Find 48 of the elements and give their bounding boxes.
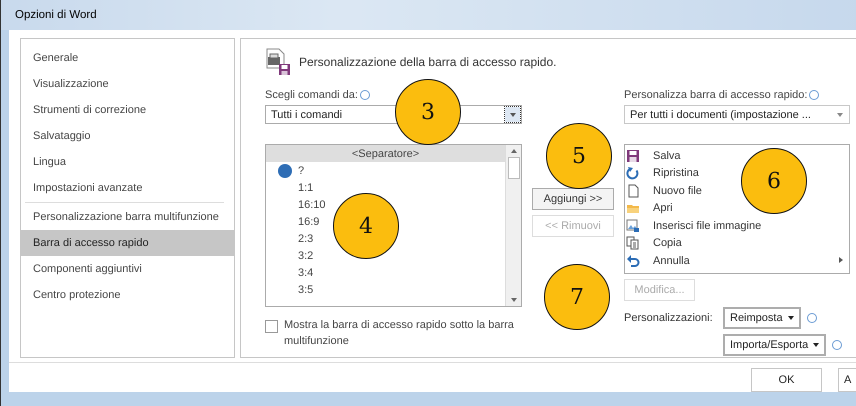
window-title: Opzioni di Word — [15, 9, 97, 21]
undo-icon — [626, 254, 640, 268]
sidebar-item[interactable]: Barra di accesso rapido — [21, 230, 234, 256]
list-item[interactable]: Annulla — [625, 252, 690, 270]
field-label: Personalizza barra di accesso rapido: — [624, 88, 808, 100]
checkbox[interactable] — [265, 320, 278, 333]
list-item[interactable]: 16:9 — [266, 213, 320, 230]
dropdown-arrow-icon[interactable] — [837, 112, 843, 116]
sidebar-item[interactable]: Centro protezione — [21, 282, 234, 308]
dialog-button[interactable]: A — [838, 368, 856, 392]
ok-button[interactable]: OK — [751, 368, 822, 392]
refresh-icon — [626, 166, 640, 180]
sidebar-item[interactable]: Componenti aggiuntivi — [21, 256, 234, 282]
reset-button[interactable]: Reimposta — [723, 307, 801, 329]
checkbox-label: Mostra la barra di accesso rapido sotto la barra multifunzione — [284, 318, 515, 349]
sidebar-item[interactable]: Salvataggio — [21, 123, 234, 149]
sidebar-item[interactable]: Personalizzazione barra multifunzione — [21, 204, 234, 230]
expand-arrow-icon[interactable] — [839, 257, 843, 263]
list-item[interactable]: 3:2 — [266, 247, 314, 264]
import-export-button[interactable]: Importa/Esporta — [723, 334, 826, 356]
scrollbar[interactable] — [505, 145, 521, 306]
section-title: Personalizzazione della barra di accesso rapido. — [299, 55, 556, 69]
list-item[interactable]: <Separatore> — [266, 145, 505, 162]
sidebar-item[interactable]: Lingua — [21, 149, 234, 175]
image-icon — [626, 218, 640, 233]
list-item[interactable]: 3:5 — [266, 281, 314, 298]
list-item[interactable]: Copia — [625, 234, 682, 252]
toolbar-save-icon — [265, 48, 291, 76]
sidebar-item[interactable]: Strumenti di correzione — [21, 97, 234, 123]
list-item[interactable]: Apri — [625, 200, 673, 217]
list-item[interactable]: 1:1 — [266, 179, 314, 196]
blank-page-icon — [626, 184, 640, 198]
document-dropdown[interactable]: Per tutti i documenti (impostazione ... — [624, 105, 850, 124]
customizations-label: Personalizzazioni: — [624, 312, 714, 324]
sidebar-item[interactable]: Impostazioni avanzate — [21, 175, 234, 201]
list-item[interactable]: 3:4 — [266, 264, 314, 281]
list-item[interactable]: Inserisci file immagine — [625, 217, 762, 234]
field-label: Scegli comandi da: — [265, 88, 358, 100]
list-item[interactable]: 16:10 — [266, 196, 326, 213]
sidebar-item[interactable]: Generale — [21, 45, 234, 71]
list-item[interactable]: ? — [266, 162, 304, 179]
list-item[interactable]: Nuovo file — [625, 182, 702, 200]
list-item[interactable]: Salva — [625, 147, 681, 164]
sidebar-item[interactable]: Visualizzazione — [21, 71, 234, 97]
add-button[interactable]: Aggiungi >> — [532, 188, 614, 210]
list-item[interactable]: Ripristina — [625, 164, 699, 182]
copy-icon — [626, 236, 640, 250]
list-item[interactable]: 2:3 — [266, 230, 314, 247]
